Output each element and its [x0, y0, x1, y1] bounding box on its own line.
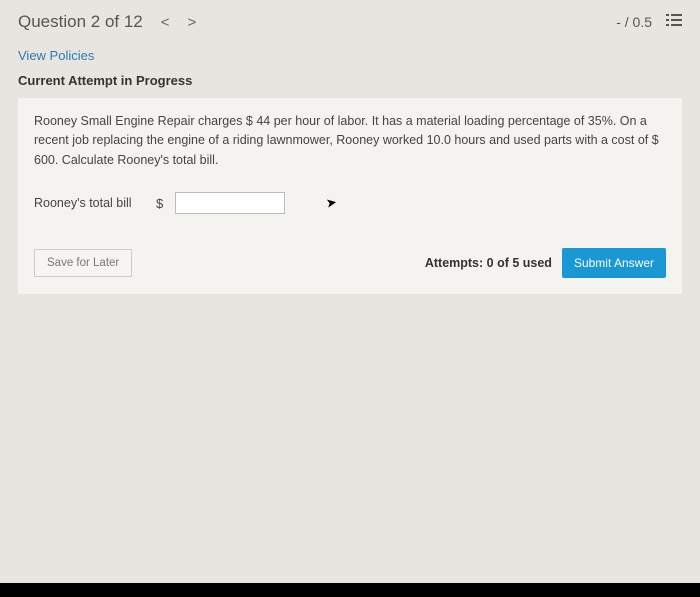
bottom-bar	[0, 583, 700, 597]
submit-answer-button[interactable]: Submit Answer	[562, 248, 666, 278]
question-header: Question 2 of 12 < > - / 0.5	[0, 0, 700, 42]
attempt-status: Current Attempt in Progress	[0, 69, 700, 98]
attempts-text: Attempts: 0 of 5 used	[425, 256, 552, 270]
answer-label: Rooney's total bill	[34, 196, 144, 210]
currency-symbol: $	[156, 196, 163, 211]
question-card: Rooney Small Engine Repair charges $ 44 …	[18, 98, 682, 294]
score-display: - / 0.5	[616, 14, 652, 30]
card-footer: Save for Later Attempts: 0 of 5 used Sub…	[34, 248, 666, 278]
answer-input[interactable]	[175, 192, 285, 214]
view-policies-link[interactable]: View Policies	[0, 42, 700, 69]
nav-arrows: < >	[161, 14, 197, 31]
question-title: Question 2 of 12	[18, 12, 143, 32]
prev-question-button[interactable]: <	[161, 14, 170, 31]
save-for-later-button[interactable]: Save for Later	[34, 249, 132, 277]
next-question-button[interactable]: >	[188, 14, 197, 31]
menu-icon[interactable]	[666, 13, 682, 32]
answer-row: Rooney's total bill $	[34, 192, 666, 214]
problem-text: Rooney Small Engine Repair charges $ 44 …	[34, 112, 666, 170]
